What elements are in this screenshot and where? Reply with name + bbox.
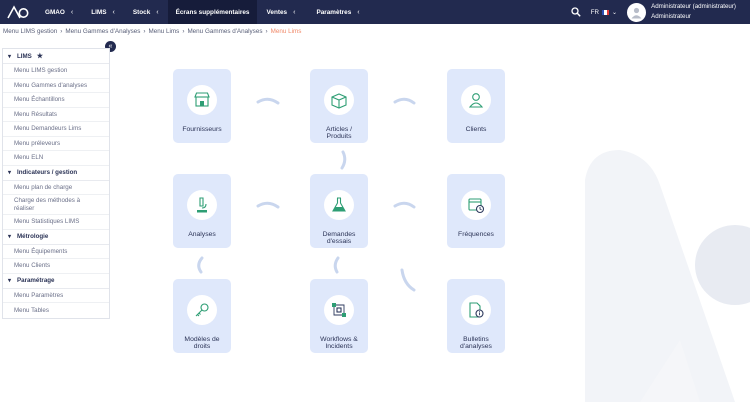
sidebar-item[interactable]: Menu Statistiques LIMS bbox=[3, 215, 109, 230]
caret-down-icon: ▾ bbox=[8, 278, 12, 284]
box-icon bbox=[331, 93, 347, 109]
nav-stock[interactable]: Stock ‹ bbox=[124, 0, 168, 24]
top-navbar: GMAO ‹ LIMS ‹ Stock ‹ Écrans supplémentaire… bbox=[0, 0, 750, 24]
sidebar-section-metrologie[interactable]: ▾ Métrologie bbox=[3, 230, 109, 245]
app-logo[interactable] bbox=[0, 0, 36, 24]
main-nav: GMAO ‹ LIMS ‹ Stock ‹ Écrans supplémentaire… bbox=[36, 0, 369, 24]
sidebar-item[interactable]: Menu plan de charge bbox=[3, 181, 109, 195]
breadcrumb: Menu LIMS gestion › Menu Gammes d'Analyse… bbox=[3, 28, 302, 35]
caret-down-icon: ▾ bbox=[8, 53, 12, 60]
card-label: Fournisseurs bbox=[182, 126, 222, 133]
nav-ecrans-supplementaires[interactable]: Écrans supplémentaires bbox=[167, 0, 258, 24]
card-label: Fréquences bbox=[458, 231, 494, 238]
chevron-left-icon: ‹ bbox=[156, 8, 159, 16]
microscope-icon bbox=[197, 197, 207, 213]
person-icon bbox=[468, 93, 484, 108]
flask-icon bbox=[332, 197, 346, 212]
sidebar-item[interactable]: Menu Gammes d'analyses bbox=[3, 79, 109, 93]
sidebar-item[interactable]: Menu Clients bbox=[3, 259, 109, 274]
sidebar: ▾ LIMS ★ Menu LIMS gestion Menu Gammes d'a… bbox=[2, 48, 110, 319]
card-analyses[interactable]: Analyses bbox=[173, 174, 231, 248]
sidebar-section-parametrage[interactable]: ▾ Paramétrage bbox=[3, 274, 109, 289]
user-info[interactable]: Administrateur (administrateur) Administ… bbox=[651, 2, 736, 22]
card-icon-wrap bbox=[187, 190, 217, 220]
chevron-down-icon: ⌄ bbox=[612, 9, 618, 16]
card-articles-produits[interactable]: Articles / Produits bbox=[310, 69, 368, 143]
user-role: Administrateur bbox=[651, 13, 691, 20]
caret-down-icon: ▾ bbox=[8, 234, 12, 240]
sidebar-section-lims[interactable]: ▾ LIMS ★ bbox=[3, 49, 109, 64]
card-icon-wrap bbox=[324, 190, 354, 220]
star-icon[interactable]: ★ bbox=[37, 52, 43, 60]
logo-icon bbox=[7, 5, 29, 19]
sidebar-item[interactable]: Menu Tables bbox=[3, 303, 109, 318]
card-label: Articles / Produits bbox=[325, 126, 353, 140]
breadcrumb-current: Menu Lims bbox=[270, 28, 302, 35]
sidebar-item[interactable]: Menu Demandeurs Lims bbox=[3, 122, 109, 137]
store-icon bbox=[194, 92, 210, 107]
card-icon-wrap bbox=[324, 295, 354, 325]
breadcrumb-item[interactable]: Menu Gammes d'Analyses bbox=[65, 28, 140, 35]
card-label: Bulletins d'analyses bbox=[460, 336, 492, 350]
sidebar-item[interactable]: Menu Équipements bbox=[3, 245, 109, 259]
card-bulletins-analyses[interactable]: Bulletins d'analyses bbox=[447, 279, 505, 353]
card-workflows-incidents[interactable]: Workflows & Incidents bbox=[310, 279, 368, 353]
caret-down-icon: ▾ bbox=[8, 170, 12, 176]
breadcrumb-item[interactable]: Menu LIMS gestion bbox=[3, 28, 57, 35]
sidebar-item[interactable]: Menu LIMS gestion bbox=[3, 64, 109, 79]
card-label: Clients bbox=[465, 126, 487, 133]
card-modeles-droits[interactable]: Modèles de droits bbox=[173, 279, 231, 353]
breadcrumb-item[interactable]: Menu Lims bbox=[149, 28, 180, 35]
chevron-left-icon: ‹ bbox=[70, 8, 74, 16]
card-icon-wrap bbox=[187, 295, 217, 325]
card-label: Modèles de droits bbox=[184, 336, 220, 350]
nav-gmao[interactable]: GMAO ‹ bbox=[36, 0, 82, 24]
card-fournisseurs[interactable]: Fournisseurs bbox=[173, 69, 231, 143]
language-selector[interactable]: FR ⌄ bbox=[591, 9, 617, 16]
sidebar-item[interactable]: Menu Paramètres bbox=[3, 289, 109, 303]
card-label: Demandes d'essais bbox=[322, 231, 356, 245]
key-icon bbox=[195, 303, 209, 317]
nav-lims[interactable]: LIMS ‹ bbox=[82, 0, 124, 24]
card-icon-wrap bbox=[461, 85, 491, 115]
sidebar-item[interactable]: Menu ELN bbox=[3, 151, 109, 166]
chevron-left-icon: ‹ bbox=[357, 8, 360, 16]
navbar-tools: FR ⌄ Administrateur (administrateur) Adm… bbox=[569, 0, 750, 24]
card-demandes-essais[interactable]: Demandes d'essais bbox=[310, 174, 368, 248]
chevron-left-icon: ‹ bbox=[293, 8, 296, 16]
card-frequences[interactable]: Fréquences bbox=[447, 174, 505, 248]
chevron-left-icon: ‹ bbox=[112, 8, 115, 16]
sidebar-item[interactable]: Menu préleveurs bbox=[3, 137, 109, 151]
flow-arrows bbox=[197, 97, 416, 292]
sidebar-item[interactable]: Charge des méthodes à réaliser bbox=[3, 195, 109, 215]
nav-parametres[interactable]: Paramètres ‹ bbox=[304, 0, 368, 24]
sidebar-item[interactable]: Menu Résultats bbox=[3, 108, 109, 122]
card-icon-wrap bbox=[461, 295, 491, 325]
search-icon bbox=[571, 7, 581, 17]
background-decoration bbox=[585, 150, 750, 402]
flag-fr-icon bbox=[602, 9, 610, 15]
document-info-icon bbox=[469, 302, 484, 318]
user-name: Administrateur (administrateur) bbox=[651, 3, 736, 10]
card-label: Analyses bbox=[188, 231, 216, 238]
user-avatar-icon bbox=[631, 7, 642, 18]
card-icon-wrap bbox=[187, 85, 217, 115]
calendar-clock-icon bbox=[468, 198, 485, 214]
nav-ventes[interactable]: Ventes ‹ bbox=[257, 0, 304, 24]
avatar[interactable] bbox=[627, 2, 647, 22]
sidebar-item[interactable]: Menu Échantillons bbox=[3, 93, 109, 108]
sidebar-section-indicateurs[interactable]: ▾ Indicateurs / gestion bbox=[3, 166, 109, 181]
workflow-icon bbox=[332, 303, 346, 317]
breadcrumb-item[interactable]: Menu Gammes d'Analyses bbox=[187, 28, 262, 35]
card-icon-wrap bbox=[324, 85, 354, 115]
card-icon-wrap bbox=[461, 190, 491, 220]
search-button[interactable] bbox=[569, 0, 583, 24]
card-clients[interactable]: Clients bbox=[447, 69, 505, 143]
card-label: Workflows & Incidents bbox=[320, 336, 358, 350]
